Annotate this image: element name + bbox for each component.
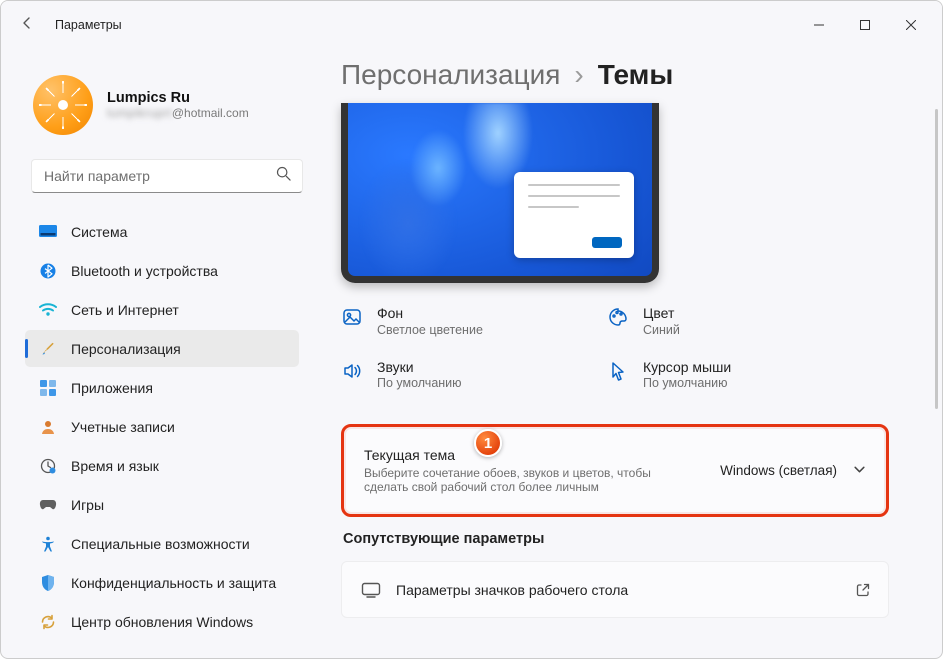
prop-value: По умолчанию <box>643 376 731 390</box>
sidebar-item-system[interactable]: Система <box>25 213 299 250</box>
theme-prop-background[interactable]: Фон Светлое цветение <box>341 305 587 337</box>
sidebar-item-gaming[interactable]: Игры <box>25 486 299 523</box>
nav: Система Bluetooth и устройства Сеть и Ин… <box>25 213 309 640</box>
theme-preview <box>341 103 659 283</box>
sidebar-item-label: Bluetooth и устройства <box>71 263 218 279</box>
sidebar-item-label: Приложения <box>71 380 153 396</box>
sidebar-item-apps[interactable]: Приложения <box>25 369 299 406</box>
prop-title: Цвет <box>643 305 680 323</box>
gamepad-icon <box>39 496 57 514</box>
sidebar-item-label: Специальные возможности <box>71 536 250 552</box>
current-theme-value: Windows (светлая) <box>720 463 837 478</box>
card-title: Параметры значков рабочего стола <box>396 582 628 598</box>
chevron-right-icon: › <box>574 59 583 91</box>
sidebar-item-label: Сеть и Интернет <box>71 302 179 318</box>
settings-window: Параметры Lumpics Ru lumpikruprt@hotmail… <box>0 0 943 659</box>
search-box[interactable] <box>31 159 303 193</box>
image-icon <box>341 306 363 328</box>
search-icon <box>276 166 292 186</box>
prop-value: По умолчанию <box>377 376 462 390</box>
update-icon <box>39 613 57 631</box>
apps-icon <box>39 379 57 397</box>
sidebar-item-time-language[interactable]: Время и язык <box>25 447 299 484</box>
cursor-icon <box>607 360 629 382</box>
desktop-icons-card[interactable]: Параметры значков рабочего стола <box>341 561 889 618</box>
minimize-button[interactable] <box>796 9 842 41</box>
sidebar-item-label: Учетные записи <box>71 419 175 435</box>
breadcrumb-root[interactable]: Персонализация <box>341 59 560 91</box>
scrollbar[interactable] <box>931 109 940 652</box>
prop-title: Фон <box>377 305 483 323</box>
prop-value: Синий <box>643 323 680 337</box>
breadcrumb: Персонализация › Темы <box>341 59 942 91</box>
search-input[interactable] <box>42 167 276 185</box>
monitor-icon <box>360 579 382 601</box>
current-theme-card[interactable]: Текущая тема Выберите сочетание обоев, з… <box>341 424 889 517</box>
preview-window <box>514 172 634 258</box>
clock-globe-icon <box>39 457 57 475</box>
speaker-icon <box>341 360 363 382</box>
display-icon <box>39 223 57 241</box>
wifi-icon <box>39 301 57 319</box>
sidebar-item-label: Конфиденциальность и защита <box>71 575 276 591</box>
accessibility-icon <box>39 535 57 553</box>
sidebar-item-accounts[interactable]: Учетные записи <box>25 408 299 445</box>
sidebar-item-label: Центр обновления Windows <box>71 614 253 630</box>
avatar <box>33 75 93 135</box>
sidebar-item-label: Игры <box>71 497 104 513</box>
sidebar-item-personalization[interactable]: Персонализация <box>25 330 299 367</box>
prop-value: Светлое цветение <box>377 323 483 337</box>
sidebar-item-bluetooth[interactable]: Bluetooth и устройства <box>25 252 299 289</box>
related-section-title: Сопутствующие параметры <box>343 531 942 547</box>
sidebar-item-accessibility[interactable]: Специальные возможности <box>25 525 299 562</box>
bluetooth-icon <box>39 262 57 280</box>
main-content: Персонализация › Темы Фон Светлое цветен… <box>313 49 942 658</box>
annotation-marker-1: 1 <box>474 429 502 457</box>
sidebar-item-label: Система <box>71 224 127 240</box>
titlebar: Параметры <box>1 1 942 49</box>
shield-icon <box>39 574 57 592</box>
prop-title: Звуки <box>377 359 462 377</box>
sidebar-item-privacy[interactable]: Конфиденциальность и защита <box>25 564 299 601</box>
theme-prop-cursor[interactable]: Курсор мыши По умолчанию <box>607 359 853 391</box>
sidebar-item-network[interactable]: Сеть и Интернет <box>25 291 299 328</box>
person-icon <box>39 418 57 436</box>
prop-title: Курсор мыши <box>643 359 731 377</box>
chevron-down-icon <box>853 463 866 479</box>
paintbrush-icon <box>39 340 57 358</box>
breadcrumb-leaf: Темы <box>598 59 674 91</box>
account-name: Lumpics Ru <box>107 90 249 106</box>
sidebar: Lumpics Ru lumpikruprt@hotmail.com Систе… <box>1 49 313 658</box>
sidebar-item-label: Время и язык <box>71 458 159 474</box>
close-button[interactable] <box>888 9 934 41</box>
account-block[interactable]: Lumpics Ru lumpikruprt@hotmail.com <box>33 75 309 135</box>
theme-prop-color[interactable]: Цвет Синий <box>607 305 853 337</box>
card-title: Текущая тема <box>364 447 664 463</box>
back-button[interactable] <box>17 15 37 36</box>
card-description: Выберите сочетание обоев, звуков и цвето… <box>364 466 664 494</box>
maximize-button[interactable] <box>842 9 888 41</box>
account-email: lumpikruprt@hotmail.com <box>107 106 249 120</box>
theme-prop-sounds[interactable]: Звуки По умолчанию <box>341 359 587 391</box>
palette-icon <box>607 306 629 328</box>
sidebar-item-label: Персонализация <box>71 341 181 357</box>
open-external-icon <box>856 583 870 597</box>
sidebar-item-windows-update[interactable]: Центр обновления Windows <box>25 603 299 640</box>
scrollbar-thumb[interactable] <box>935 109 938 409</box>
window-title: Параметры <box>55 18 122 32</box>
